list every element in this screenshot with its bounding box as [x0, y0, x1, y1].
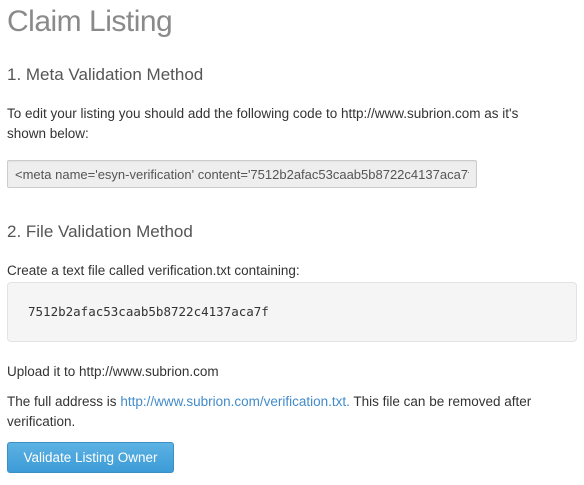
file-validation-heading: 2. File Validation Method — [7, 222, 193, 241]
meta-code-input[interactable] — [7, 160, 477, 188]
validate-listing-owner-button[interactable]: Validate Listing Owner — [7, 442, 174, 473]
page-title: Claim Listing — [7, 5, 173, 38]
meta-instruction-text: To edit your listing you should add the … — [7, 106, 519, 141]
file-instruction-text: Create a text file called verification.t… — [7, 263, 300, 278]
meta-validation-heading: 1. Meta Validation Method — [7, 65, 204, 84]
verification-code: 7512b2afac53caab5b8722c4137aca7f — [28, 304, 269, 319]
full-address-prefix: The full address is — [7, 394, 121, 409]
verification-code-block: 7512b2afac53caab5b8722c4137aca7f — [7, 282, 577, 342]
full-address-text: The full address is http://www.subrion.c… — [7, 392, 577, 432]
verification-file-link[interactable]: http://www.subrion.com/verification.txt. — [120, 394, 350, 409]
upload-instruction-text: Upload it to http://www.subrion.com — [7, 364, 219, 379]
